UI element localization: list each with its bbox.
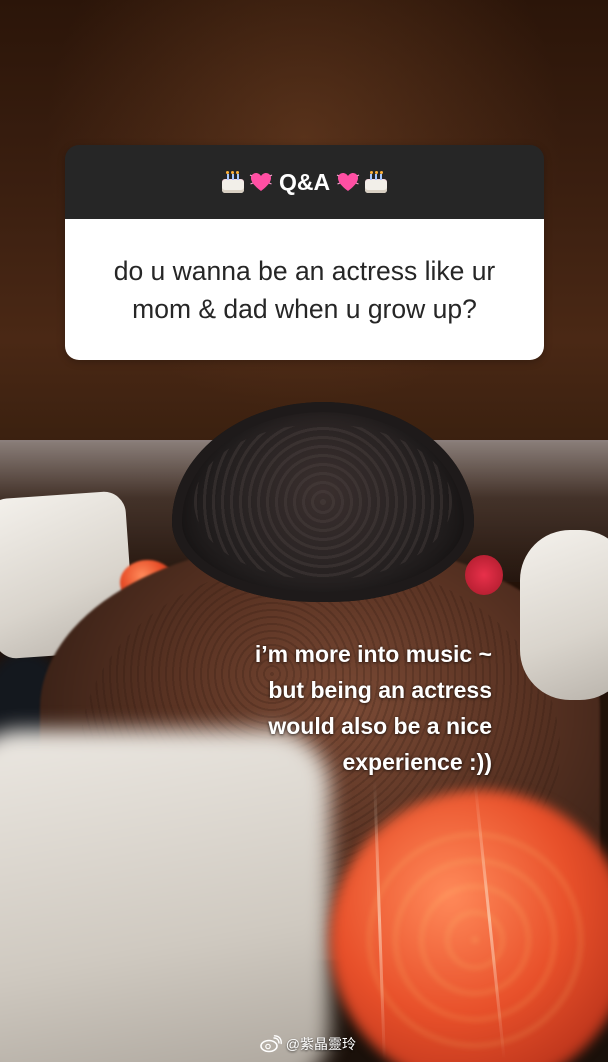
birthday-cake-icon <box>364 171 388 193</box>
raspberry-small-right <box>465 555 503 595</box>
qa-title: Q&A <box>278 168 331 195</box>
weibo-logo-icon <box>259 1035 282 1053</box>
answer-line: but being an actress <box>268 677 492 703</box>
qa-sticker[interactable]: Q&A do u wanna be an actress like ur mom… <box>65 145 544 360</box>
heart-icon <box>336 171 360 193</box>
answer-line: experience :)) <box>342 749 492 775</box>
heart-icon <box>249 171 273 193</box>
birthday-cake-icon <box>221 171 245 193</box>
watermark: @紫晶靈玲 <box>259 1034 356 1054</box>
qa-sticker-header: Q&A <box>65 145 544 219</box>
answer-line: would also be a nice <box>268 713 492 739</box>
answer-text: i’m more into music ~ but being an actre… <box>172 636 492 780</box>
watermark-text: @紫晶靈玲 <box>285 1036 356 1052</box>
answer-line: i’m more into music ~ <box>254 641 492 667</box>
strawberry-seeds <box>350 820 600 1060</box>
marshmallow-right <box>520 530 608 700</box>
qa-question-text: do u wanna be an actress like ur mom & d… <box>113 255 496 324</box>
qa-title-row: Q&A <box>221 169 388 196</box>
qa-sticker-body: do u wanna be an actress like ur mom & d… <box>65 219 544 360</box>
